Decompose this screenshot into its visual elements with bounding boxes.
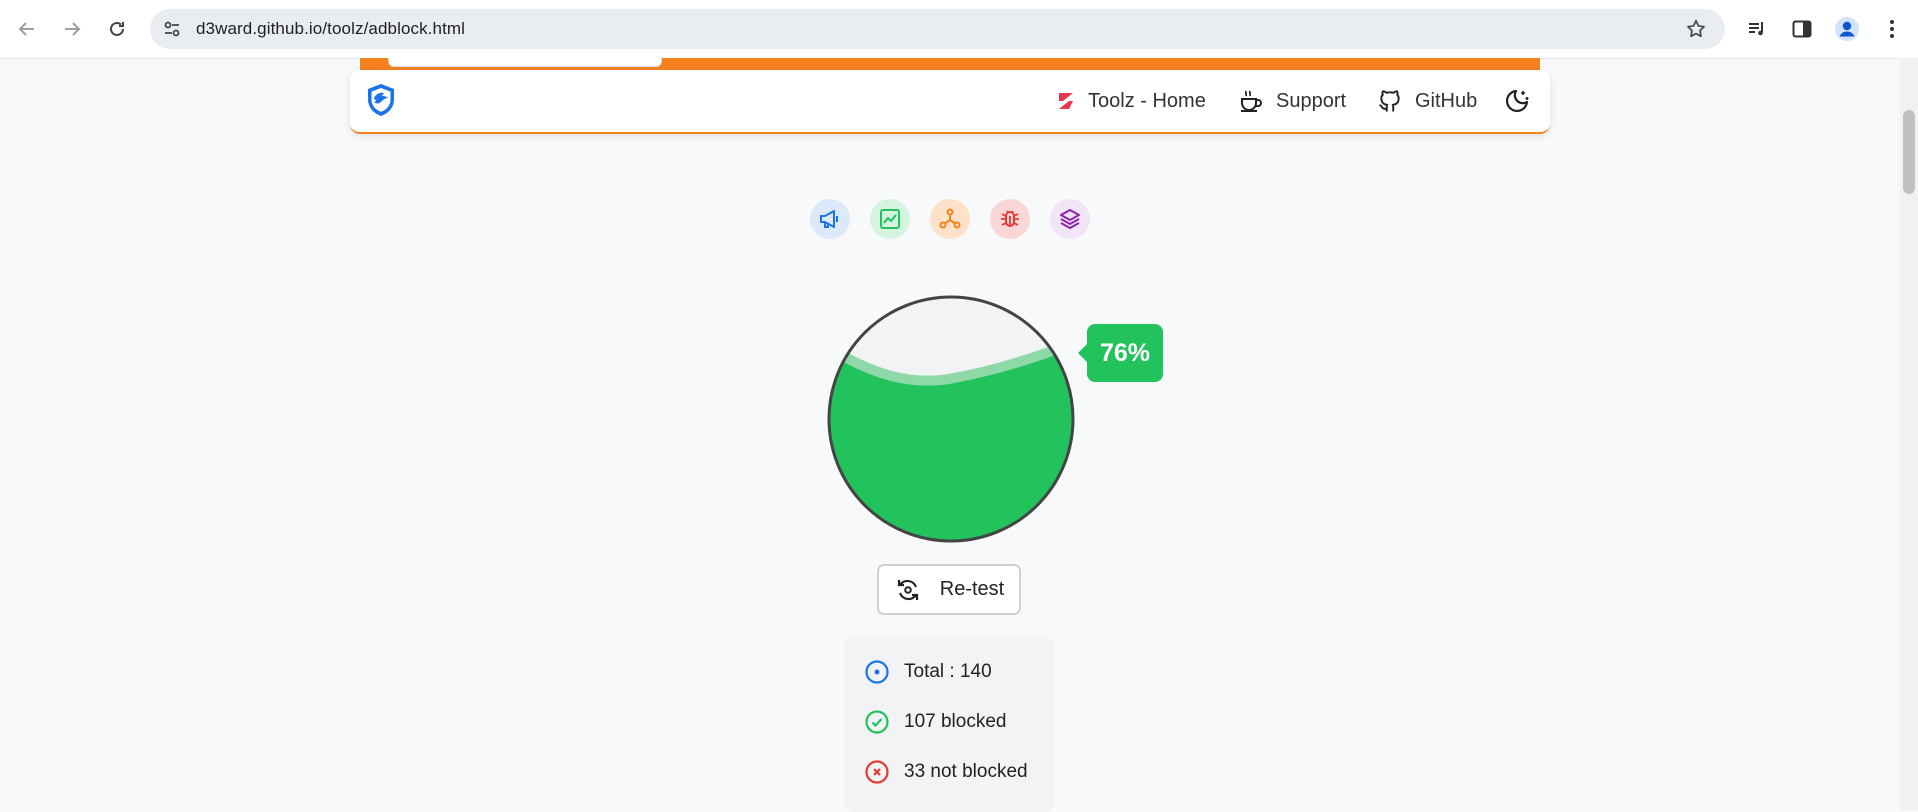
refresh-icon	[897, 579, 918, 600]
moon-stars-icon	[1505, 89, 1529, 113]
reload-button[interactable]	[100, 12, 134, 46]
megaphone-icon	[820, 210, 838, 228]
stat-not-blocked: 33 not blocked	[864, 759, 1028, 785]
stat-blocked-text: 107 blocked	[904, 711, 1007, 732]
category-analytics-button[interactable]	[870, 199, 910, 239]
toolz-logo-icon	[1059, 93, 1073, 109]
scrollbar-thumb[interactable]	[1903, 110, 1915, 194]
category-social-button[interactable]	[930, 199, 970, 239]
category-ads-button[interactable]	[810, 199, 850, 239]
site-navbar: Toolz - Home Support GitHub	[350, 70, 1550, 134]
site-settings-icon[interactable]	[162, 19, 182, 39]
percent-badge: 76%	[1078, 324, 1163, 382]
shield-logo-icon[interactable]	[364, 82, 398, 118]
browser-toolbar: d3ward.github.io/toolz/adblock.html	[0, 0, 1918, 59]
reload-icon	[110, 21, 124, 36]
back-button[interactable]	[10, 12, 44, 46]
x-circle-icon	[865, 760, 889, 784]
result-gauge	[827, 295, 1075, 543]
nav-link-github[interactable]: GitHub	[1377, 87, 1477, 115]
retest-label: Re-test	[939, 578, 1005, 600]
stat-not-blocked-text: 33 not blocked	[904, 761, 1028, 782]
nav-link-label: GitHub	[1415, 89, 1478, 112]
playlist-icon	[1749, 22, 1763, 36]
stat-total: Total : 140	[864, 659, 992, 685]
layers-icon	[1060, 209, 1080, 229]
media-controls-button[interactable]	[1742, 14, 1772, 44]
url-text[interactable]: d3ward.github.io/toolz/adblock.html	[196, 19, 465, 39]
theme-toggle-button[interactable]	[1502, 86, 1532, 116]
github-icon	[1379, 90, 1400, 112]
category-error-trackers-button[interactable]	[990, 199, 1030, 239]
more-vert-icon	[1890, 20, 1894, 38]
arrow-left-icon	[18, 22, 34, 36]
target-icon	[865, 660, 889, 684]
page-scrollbar[interactable]	[1900, 58, 1918, 810]
bookmark-star-icon[interactable]	[1685, 18, 1707, 40]
stat-total-text: Total : 140	[904, 661, 992, 682]
bug-icon	[1001, 210, 1019, 227]
side-panel-icon	[1792, 20, 1812, 38]
side-panel-button[interactable]	[1787, 14, 1817, 44]
chart-icon	[880, 209, 900, 229]
avatar-icon	[1835, 17, 1859, 41]
menu-button[interactable]	[1877, 14, 1907, 44]
forward-button[interactable]	[55, 12, 89, 46]
nav-link-toolz-home[interactable]: Toolz - Home	[1056, 87, 1206, 115]
network-icon	[939, 208, 961, 229]
retest-button[interactable]: Re-test	[877, 564, 1021, 615]
coffee-icon	[1241, 90, 1262, 112]
header-tab	[388, 58, 662, 67]
stat-blocked: 107 blocked	[864, 709, 1006, 735]
address-bar[interactable]: d3ward.github.io/toolz/adblock.html	[150, 9, 1725, 49]
nav-link-label: Support	[1276, 89, 1347, 112]
arrow-right-icon	[65, 22, 81, 36]
nav-link-label: Toolz - Home	[1088, 89, 1206, 112]
check-circle-icon	[865, 710, 889, 734]
profile-button[interactable]	[1832, 14, 1862, 44]
category-mix-button[interactable]	[1050, 199, 1090, 239]
results-summary: Total : 140 107 blocked 33 not blocked	[844, 637, 1055, 812]
nav-link-support[interactable]: Support	[1238, 87, 1346, 115]
